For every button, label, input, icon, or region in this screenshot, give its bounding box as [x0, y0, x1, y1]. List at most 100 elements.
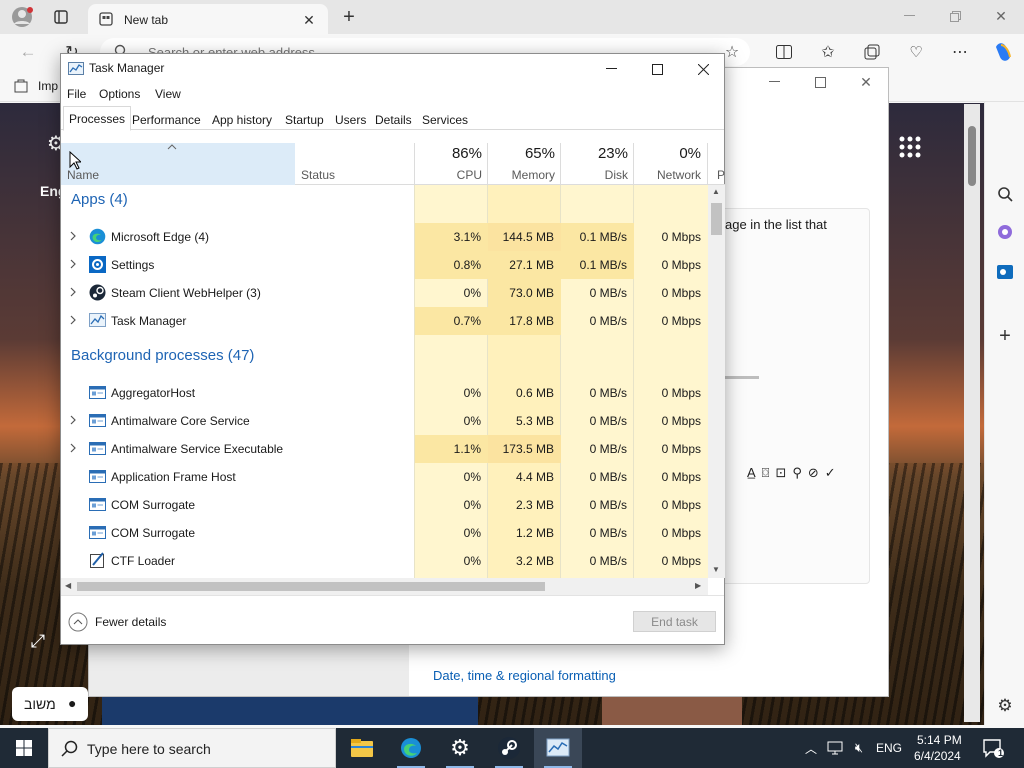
column-status-header[interactable]: Status [295, 143, 415, 185]
input-method-toolbar[interactable]: A̲⌼⊡⚲⊘✓ [747, 465, 842, 481]
cpu-total-percent: 86% [451, 145, 482, 162]
sidebar-add-icon[interactable]: + [993, 324, 1017, 348]
restore-icon[interactable] [942, 4, 968, 28]
taskbar: Type here to search ⚙ ︿ 🔇︎ ENG 5:14 PM 6… [0, 728, 1024, 768]
edge-taskbar-button[interactable] [387, 728, 435, 768]
browser-essentials-icon[interactable]: ♡ [904, 40, 928, 64]
file-explorer-taskbar-button[interactable] [338, 728, 386, 768]
tm-minimize-button[interactable] [588, 54, 634, 84]
tab-processes[interactable]: Processes [63, 106, 132, 131]
process-row[interactable]: Task Manager 0.7% 17.8 MB 0 MB/s 0 Mbps [61, 307, 708, 335]
new-tab-scroll-thumb[interactable] [968, 126, 976, 186]
notification-center-icon[interactable]: 1 [978, 734, 1008, 762]
date-time-regional-link[interactable]: Date, time & regional formatting [433, 668, 616, 683]
settings-slider-track[interactable] [725, 376, 759, 379]
fewer-details-button[interactable]: Fewer details [68, 612, 178, 632]
favorites-icon[interactable]: ✩ [816, 40, 840, 64]
scroll-up-arrow-icon[interactable]: ▲ [712, 187, 720, 196]
sidebar-outlook-icon[interactable] [993, 260, 1017, 284]
column-power-header[interactable]: P [707, 143, 725, 185]
volume-muted-icon[interactable]: 🔇︎ [848, 736, 870, 760]
vertical-scroll-thumb[interactable] [711, 203, 722, 235]
process-row[interactable]: Antimalware Service Executable 1.1% 173.5 … [61, 435, 708, 463]
tab-performance[interactable]: Performance [126, 108, 207, 130]
process-row[interactable]: Settings 0.8% 27.1 MB 0.1 MB/s 0 Mbps [61, 251, 708, 279]
sidebar-copilot-icon[interactable] [993, 220, 1017, 244]
apps-grid-icon[interactable] [896, 133, 924, 161]
expand-icon[interactable]: ⤢ [26, 629, 50, 653]
tm-maximize-button[interactable] [634, 54, 680, 84]
close-window-icon[interactable]: ✕ [988, 4, 1014, 28]
sidebar-search-icon[interactable] [993, 182, 1017, 206]
process-row[interactable]: Microsoft Edge (4) 3.1% 144.5 MB 0.1 MB/s 0 … [61, 223, 708, 251]
scroll-left-arrow-icon[interactable]: ◀ [65, 581, 71, 590]
clock-time[interactable]: 5:14 PM [917, 733, 962, 747]
feedback-badge[interactable]: משוב ● [12, 687, 88, 721]
tab-startup[interactable]: Startup [279, 108, 330, 130]
menu-options[interactable]: Options [99, 87, 140, 101]
new-tab-scrollbar[interactable] [964, 104, 980, 722]
close-tab-icon[interactable]: ✕ [300, 11, 318, 29]
task-manager-titlebar[interactable]: Task Manager [61, 54, 724, 84]
show-hidden-icons-icon[interactable]: ︿ [800, 736, 822, 760]
expand-chevron-icon[interactable] [69, 287, 77, 297]
taskbar-search-input[interactable]: Type here to search [87, 741, 211, 757]
back-arrow-icon[interactable]: ← [16, 40, 40, 64]
import-favorites-icon[interactable] [12, 77, 30, 95]
expand-chevron-icon[interactable] [69, 231, 77, 241]
tm-close-button[interactable] [680, 54, 726, 84]
task-manager-taskbar-button[interactable] [534, 728, 582, 768]
input-language-indicator[interactable]: ENG [876, 741, 902, 755]
tab-services[interactable]: Services [416, 108, 474, 130]
start-windows-icon[interactable] [0, 728, 48, 768]
copilot-icon[interactable] [990, 39, 1016, 65]
network-tray-icon[interactable] [824, 736, 846, 760]
steam-taskbar-button[interactable] [485, 728, 533, 768]
expand-chevron-icon[interactable] [69, 443, 77, 453]
process-row[interactable]: COM Surrogate 0% 1.2 MB 0 MB/s 0 Mbps [61, 519, 708, 547]
process-row[interactable]: Steam Client WebHelper (3) 0% 73.0 MB 0 MB/… [61, 279, 708, 307]
split-screen-icon[interactable] [772, 40, 796, 64]
tab-app-history[interactable]: App history [206, 108, 278, 130]
tab-users[interactable]: Users [329, 108, 372, 130]
more-menu-icon[interactable]: ⋯ [948, 40, 972, 64]
process-row[interactable]: CTF Loader 0% 3.2 MB 0 MB/s 0 Mbps [61, 547, 708, 575]
column-disk-header[interactable]: 23% Disk [560, 143, 634, 185]
end-task-button[interactable]: End task [633, 611, 716, 632]
tab-actions-icon[interactable] [50, 6, 72, 28]
settings-minimize-icon[interactable] [759, 70, 789, 94]
horizontal-scroll-thumb[interactable] [77, 582, 545, 591]
collections-icon[interactable] [860, 40, 884, 64]
settings-gear-taskbar-icon: ⚙ [450, 735, 470, 760]
process-list-vertical-scrollbar[interactable]: ▲ ▼ [708, 185, 725, 578]
taskbar-search-box[interactable]: Type here to search [48, 728, 336, 768]
settings-close-icon[interactable]: ✕ [851, 70, 881, 94]
expand-chevron-icon[interactable] [69, 315, 77, 325]
column-name-header[interactable]: Name [61, 143, 295, 185]
column-memory-header[interactable]: 65% Memory [487, 143, 561, 185]
process-row[interactable]: COM Surrogate 0% 2.3 MB 0 MB/s 0 Mbps [61, 491, 708, 519]
menu-file[interactable]: File [67, 87, 86, 101]
process-row[interactable]: AggregatorHost 0% 0.6 MB 0 MB/s 0 Mbps [61, 379, 708, 407]
browser-tab[interactable]: New tab ✕ [88, 4, 328, 34]
settings-maximize-icon[interactable] [805, 70, 835, 94]
column-network-header[interactable]: 0% Network [633, 143, 707, 185]
clock-date[interactable]: 6/4/2024 [914, 749, 961, 763]
new-tab-plus-icon[interactable]: + [338, 6, 360, 28]
column-cpu-header[interactable]: 86% CPU [414, 143, 488, 185]
scroll-right-arrow-icon[interactable]: ▶ [695, 581, 701, 590]
scroll-down-arrow-icon[interactable]: ▼ [712, 565, 720, 574]
process-list-horizontal-scrollbar[interactable]: ◀ ▶ [61, 578, 708, 595]
process-row[interactable]: Application Frame Host 0% 4.4 MB 0 MB/s 0 Mb… [61, 463, 708, 491]
sidebar-settings-icon[interactable]: ⚙ [993, 694, 1017, 718]
process-list[interactable]: Apps (4) Microsoft Edge (4) 3.1% 144.5 MB 0.… [61, 185, 708, 578]
favorites-item[interactable]: Imp [38, 79, 58, 93]
minimize-icon[interactable] [896, 4, 922, 28]
profile-avatar-icon[interactable] [10, 5, 34, 29]
settings-taskbar-button[interactable]: ⚙ [436, 728, 484, 768]
process-row[interactable]: Antimalware Core Service 0% 5.3 MB 0 MB/s 0 … [61, 407, 708, 435]
tab-details[interactable]: Details [369, 108, 418, 130]
menu-view[interactable]: View [155, 87, 181, 101]
expand-chevron-icon[interactable] [69, 259, 77, 269]
expand-chevron-icon[interactable] [69, 415, 77, 425]
